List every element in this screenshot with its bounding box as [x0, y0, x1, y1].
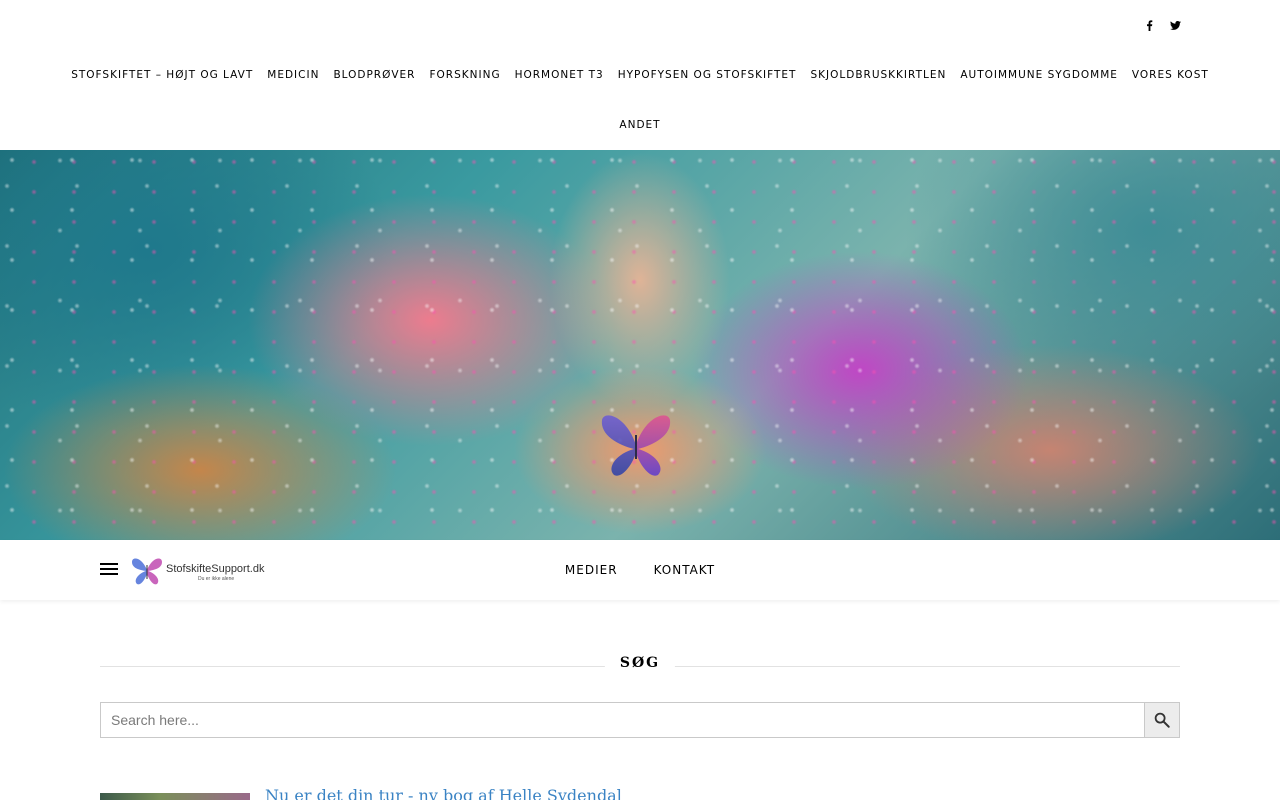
logo-butterfly-icon [132, 558, 162, 585]
sub-nav-kontakt[interactable]: KONTAKT [654, 563, 716, 577]
facebook-icon[interactable] [1142, 16, 1156, 34]
secondary-header: MEDIER KONTAKT StofskifteSupport.dk Du e… [0, 540, 1280, 600]
nav-item-hypofysen[interactable]: HYPOFYSEN OG STOFSKIFTET [611, 69, 804, 81]
post-title-link[interactable]: Nu er det din tur - ny bog af Helle Syde… [265, 789, 622, 800]
social-links [1142, 16, 1182, 34]
nav-item-hormonet-t3[interactable]: HORMONET T3 [508, 69, 611, 81]
logo-text: StofskifteSupport.dk [166, 562, 265, 575]
post-preview: Nu er det din tur - ny bog af Helle Syde… [100, 789, 1180, 800]
nav-item-stofskiftet[interactable]: STOFSKIFTET – HØJT OG LAVT [64, 69, 260, 81]
logo-tagline: Du er ikke alene [198, 575, 235, 582]
nav-item-vores-kost[interactable]: VORES KOST [1125, 69, 1216, 81]
search-input[interactable] [100, 702, 1144, 738]
search-widget-title: SØG [604, 655, 676, 671]
search-widget: SØG [100, 655, 1180, 738]
sub-nav-medier[interactable]: MEDIER [565, 563, 618, 577]
widget-title-wrap: SØG [100, 655, 1180, 677]
nav-item-autoimmune[interactable]: AUTOIMMUNE SYGDOMME [953, 69, 1125, 81]
logo-wordmark: StofskifteSupport.dk Du er ikke alene [164, 559, 264, 582]
search-icon [1154, 712, 1170, 728]
search-form [100, 702, 1180, 738]
nav-item-andet[interactable]: ANDET [612, 119, 667, 131]
butterfly-icon [601, 415, 671, 476]
hero-banner [0, 150, 1280, 540]
hero-speckle-overlay [0, 150, 1280, 540]
post-thumbnail[interactable] [100, 793, 250, 800]
hamburger-menu-icon[interactable] [100, 563, 118, 577]
site-logo[interactable]: StofskifteSupport.dk Du er ikke alene [130, 552, 280, 588]
nav-item-forskning[interactable]: FORSKNING [422, 69, 507, 81]
top-bar [0, 0, 1280, 50]
search-button[interactable] [1144, 702, 1180, 738]
nav-row-secondary: ANDET [0, 100, 1280, 150]
main-navigation: STOFSKIFTET – HØJT OG LAVT MEDICIN BLODP… [0, 50, 1280, 150]
nav-row-primary: STOFSKIFTET – HØJT OG LAVT MEDICIN BLODP… [0, 50, 1280, 100]
nav-item-medicin[interactable]: MEDICIN [260, 69, 326, 81]
twitter-icon[interactable] [1168, 16, 1182, 34]
nav-item-skjoldbruskkirtlen[interactable]: SKJOLDBRUSKKIRTLEN [803, 69, 953, 81]
nav-item-blodprover[interactable]: BLODPRØVER [326, 69, 422, 81]
